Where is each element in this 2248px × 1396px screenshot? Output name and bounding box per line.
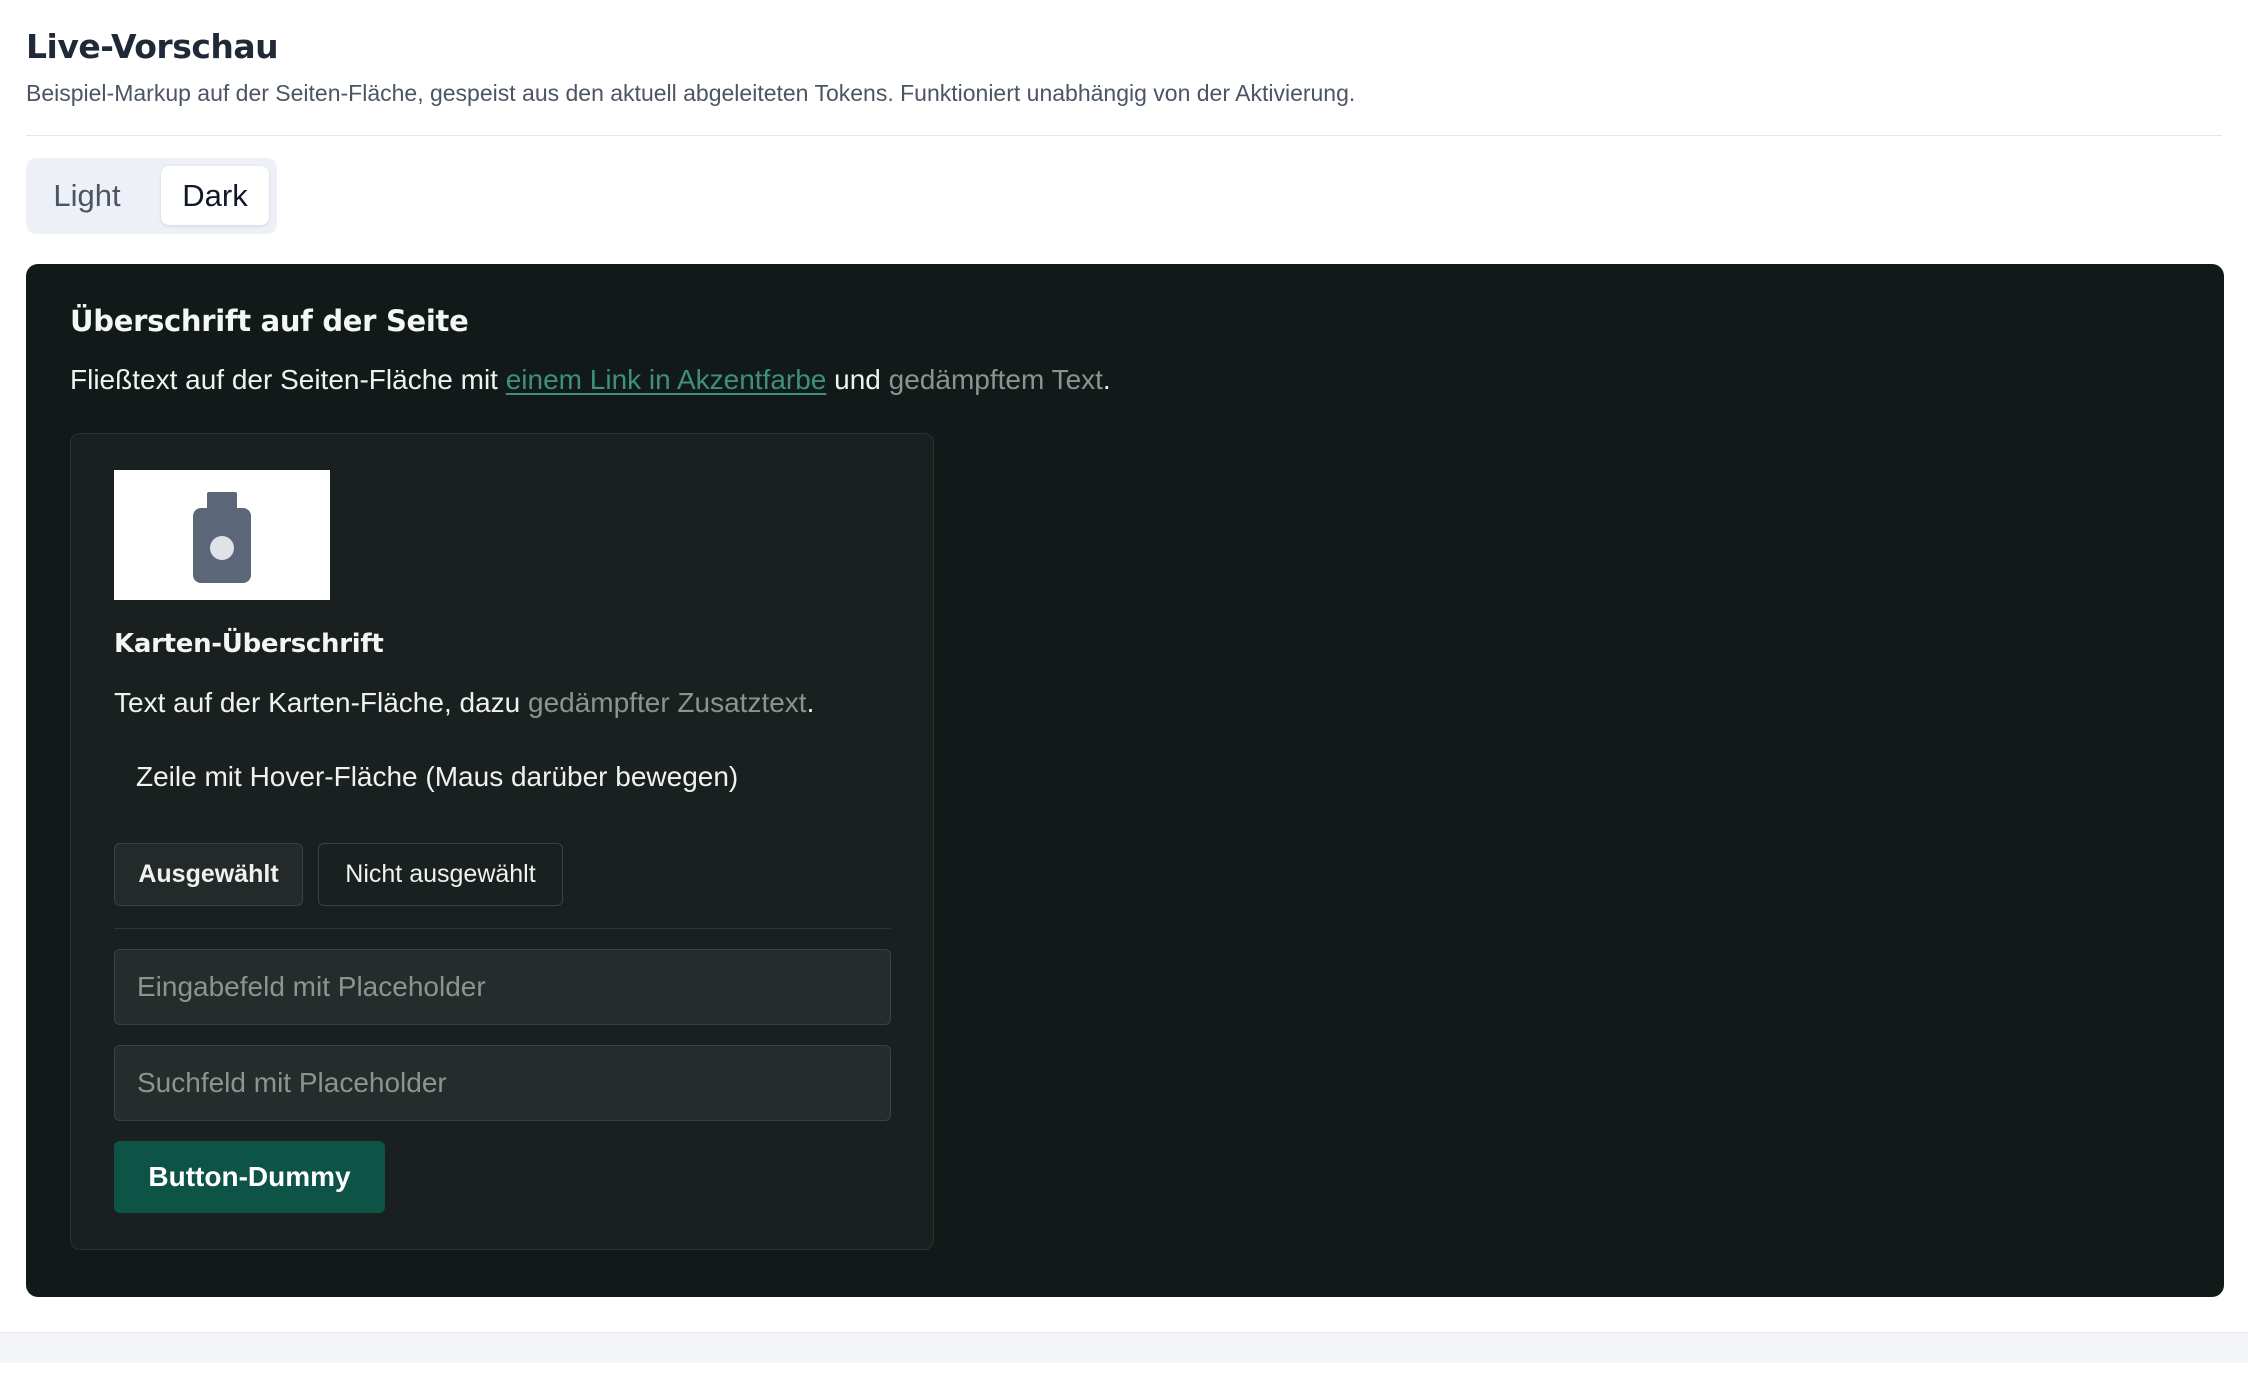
bottle-icon xyxy=(193,492,251,583)
card-text-prefix: Text auf der Karten-Fläche, dazu xyxy=(114,687,528,718)
chip-selected[interactable]: Ausgewählt xyxy=(114,843,303,906)
preview-card: Karten-Überschrift Text auf der Karten-F… xyxy=(70,433,934,1250)
page-title: Live-Vorschau xyxy=(26,27,279,66)
preview-body-prefix: Fließtext auf der Seiten-Fläche mit xyxy=(70,364,506,395)
preview-body-suffix: . xyxy=(1102,364,1111,395)
chip-unselected[interactable]: Nicht ausgewählt xyxy=(318,843,563,906)
header-divider xyxy=(26,135,2222,136)
card-divider xyxy=(114,928,891,929)
card-muted-text: gedämpfter Zusatztext xyxy=(528,687,807,718)
text-input[interactable] xyxy=(114,949,891,1025)
dummy-button[interactable]: Button-Dummy xyxy=(114,1141,385,1213)
card-text: Text auf der Karten-Fläche, dazu gedämpf… xyxy=(114,687,814,719)
theme-toggle: Light Dark xyxy=(26,158,277,234)
hover-row[interactable]: Zeile mit Hover-Fläche (Maus darüber bew… xyxy=(114,748,891,806)
preview-body-text: Fließtext auf der Seiten-Fläche mit eine… xyxy=(70,364,1111,396)
card-title: Karten-Überschrift xyxy=(114,629,384,659)
theme-dark-button[interactable]: Dark xyxy=(161,166,269,225)
accent-link[interactable]: einem Link in Akzentfarbe xyxy=(506,364,827,395)
preview-surface: Überschrift auf der Seite Fließtext auf … xyxy=(26,264,2224,1297)
preview-body-middle: und xyxy=(826,364,889,395)
theme-light-button[interactable]: Light xyxy=(34,166,140,225)
preview-heading: Überschrift auf der Seite xyxy=(70,304,469,338)
card-image xyxy=(114,470,330,600)
footer-bar xyxy=(0,1333,2248,1363)
page-description: Beispiel-Markup auf der Seiten-Fläche, g… xyxy=(26,80,1356,106)
search-input[interactable] xyxy=(114,1045,891,1121)
section-header: Live-Vorschau Beispiel-Markup auf der Se… xyxy=(26,22,2222,109)
muted-text: gedämpftem Text xyxy=(888,364,1103,395)
card-text-suffix: . xyxy=(806,687,815,718)
